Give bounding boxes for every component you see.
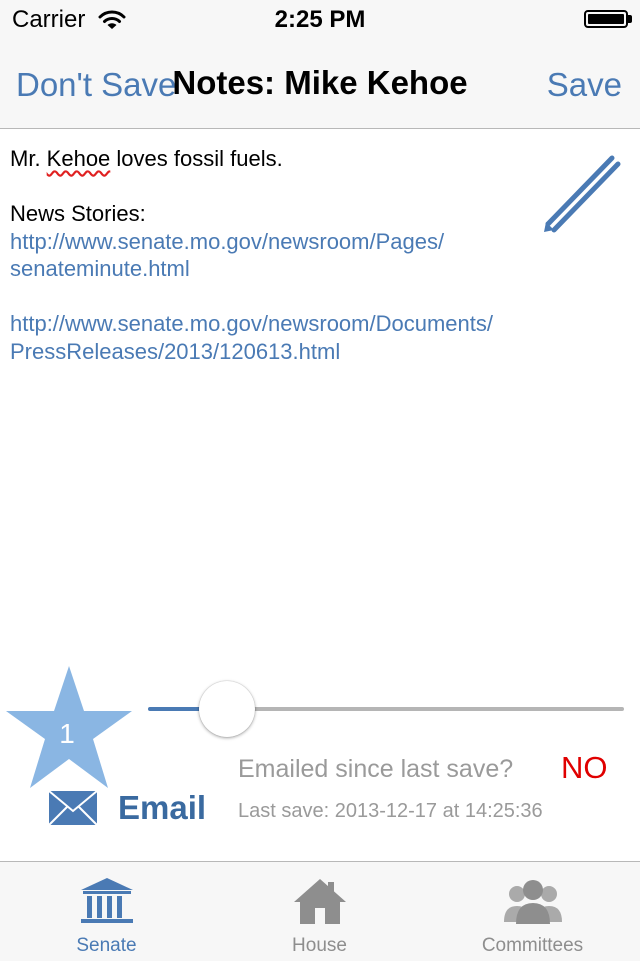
house-icon <box>293 879 346 924</box>
last-save-label: Last save: 2013-12-17 at 14:25:36 <box>238 800 543 822</box>
news-link-1[interactable]: http://www.senate.mo.gov/newsroom/Pages/… <box>10 228 530 283</box>
save-button[interactable]: Save <box>547 66 622 104</box>
spellcheck-word: Kehoe <box>46 146 111 171</box>
slider-track[interactable] <box>228 707 624 711</box>
tab-bar: Senate House Committees <box>0 861 640 961</box>
battery-tip <box>628 15 632 23</box>
news-link-1-line2: senateminute.html <box>10 256 190 281</box>
email-button-label: Email <box>118 789 207 826</box>
emailed-status-value: NO <box>561 750 608 785</box>
notes-text-prefix: Mr. <box>10 146 47 171</box>
notes-first-line: Mr. Kehoe loves fossil fuels. <box>10 145 530 173</box>
envelope-icon <box>48 790 98 826</box>
tab-house[interactable]: House <box>213 862 426 961</box>
pencil-icon[interactable] <box>540 152 624 236</box>
emailed-label: Emailed since last save? <box>238 755 514 783</box>
tab-house-label: House <box>292 935 347 956</box>
news-link-2[interactable]: http://www.senate.mo.gov/newsroom/Docume… <box>10 310 530 365</box>
notes-text-area[interactable]: Mr. Kehoe loves fossil fuels. News Stori… <box>10 145 530 365</box>
slider-thumb[interactable] <box>199 681 255 737</box>
capitol-icon <box>80 878 133 923</box>
tab-senate-label: Senate <box>76 935 137 956</box>
email-button[interactable]: Email <box>48 788 206 828</box>
status-bar: Carrier 2:25 PM <box>0 0 640 40</box>
tab-committees[interactable]: Committees <box>426 862 639 961</box>
news-stories-heading: News Stories: <box>10 201 146 226</box>
navigation-bar: Don't Save Notes: Mike Kehoe Save <box>0 40 640 129</box>
tab-senate[interactable]: Senate <box>0 862 213 961</box>
page-title: Notes: Mike Kehoe <box>172 64 468 101</box>
star-rating-value: 1 <box>59 718 75 749</box>
notes-text-suffix: loves fossil fuels. <box>110 146 283 171</box>
tab-committees-label: Committees <box>481 935 584 956</box>
news-link-2-line2: PressReleases/2013/120613.html <box>10 338 341 364</box>
battery-icon <box>584 10 628 28</box>
news-link-1-line1: http://www.senate.mo.gov/newsroom/Pages/ <box>10 228 445 254</box>
status-time: 2:25 PM <box>274 6 366 33</box>
news-link-2-line1: http://www.senate.mo.gov/newsroom/Docume… <box>10 311 493 336</box>
people-icon <box>503 880 562 924</box>
